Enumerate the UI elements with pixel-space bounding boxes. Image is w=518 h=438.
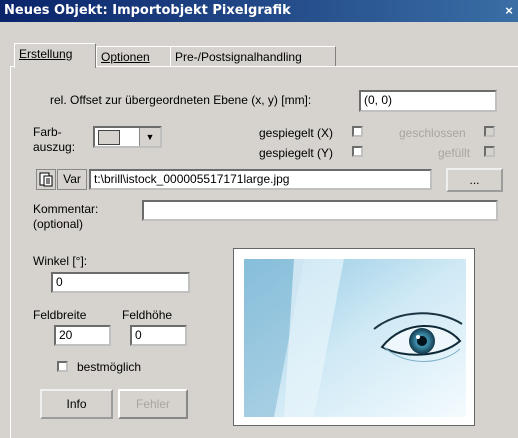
tab-erstellung-label: Erstellung (19, 47, 73, 61)
gespiegelt-y-label: gespiegelt (Y) (259, 146, 334, 160)
preview-image (244, 259, 466, 417)
color-swatch (98, 130, 120, 145)
gespiegelt-x-label: gespiegelt (X) (259, 126, 334, 140)
geschlossen-label: geschlossen (399, 126, 466, 140)
farbauszug-label-line2: auszug: (33, 140, 76, 154)
geschlossen-checkbox[interactable] (484, 126, 495, 137)
paste-path-button[interactable] (36, 169, 56, 190)
gespiegelt-x-checkbox[interactable] (352, 126, 363, 137)
dropdown-arrow-icon[interactable]: ▼ (139, 128, 160, 146)
feldbreite-input[interactable]: 20 (54, 325, 111, 346)
bestmoeglich-label: bestmöglich (77, 360, 142, 374)
tab-optionen-label: Optionen (101, 50, 150, 64)
tab-pre-postsignalhandling-label: Pre-/Postsignalhandling (175, 50, 302, 64)
kommentar-label-line2: (optional) (33, 217, 84, 231)
file-path-input[interactable]: t:\brill\istock_000005517171large.jpg (89, 169, 432, 190)
offset-label: rel. Offset zur übergeordneten Ebene (x,… (50, 93, 312, 107)
feldhoehe-label: Feldhöhe (122, 308, 173, 322)
window-title: Neues Objekt: Importobjekt Pixelgrafik (4, 3, 291, 18)
image-preview (233, 248, 475, 426)
tab-erstellung[interactable]: Erstellung (14, 43, 96, 68)
tab-optionen[interactable]: Optionen (96, 46, 176, 67)
var-button[interactable]: Var (57, 169, 87, 190)
farbauszug-label-line1: Farb- (33, 125, 62, 139)
gespiegelt-y-checkbox[interactable] (352, 146, 363, 157)
fehler-button[interactable]: Fehler (118, 389, 188, 419)
gefuellt-label: gefüllt (438, 146, 471, 160)
farbauszug-dropdown[interactable]: ▼ (93, 126, 162, 148)
winkel-label: Winkel [°]: (33, 254, 88, 268)
title-bar: Neues Objekt: Importobjekt Pixelgrafik × (0, 0, 518, 22)
kommentar-label-line1: Kommentar: (33, 202, 99, 216)
gefuellt-checkbox[interactable] (484, 146, 495, 157)
close-button[interactable]: × (500, 0, 518, 22)
bestmoeglich-checkbox[interactable] (57, 361, 68, 372)
tab-pre-postsignalhandling[interactable]: Pre-/Postsignalhandling (170, 46, 336, 67)
kommentar-input[interactable] (142, 200, 498, 221)
feldhoehe-input[interactable]: 0 (130, 325, 187, 346)
browse-button[interactable]: ... (446, 168, 503, 192)
winkel-input[interactable]: 0 (51, 272, 190, 293)
paste-icon (39, 172, 53, 187)
info-button[interactable]: Info (40, 389, 113, 419)
offset-input[interactable]: (0, 0) (359, 90, 497, 112)
feldbreite-label: Feldbreite (33, 308, 87, 322)
